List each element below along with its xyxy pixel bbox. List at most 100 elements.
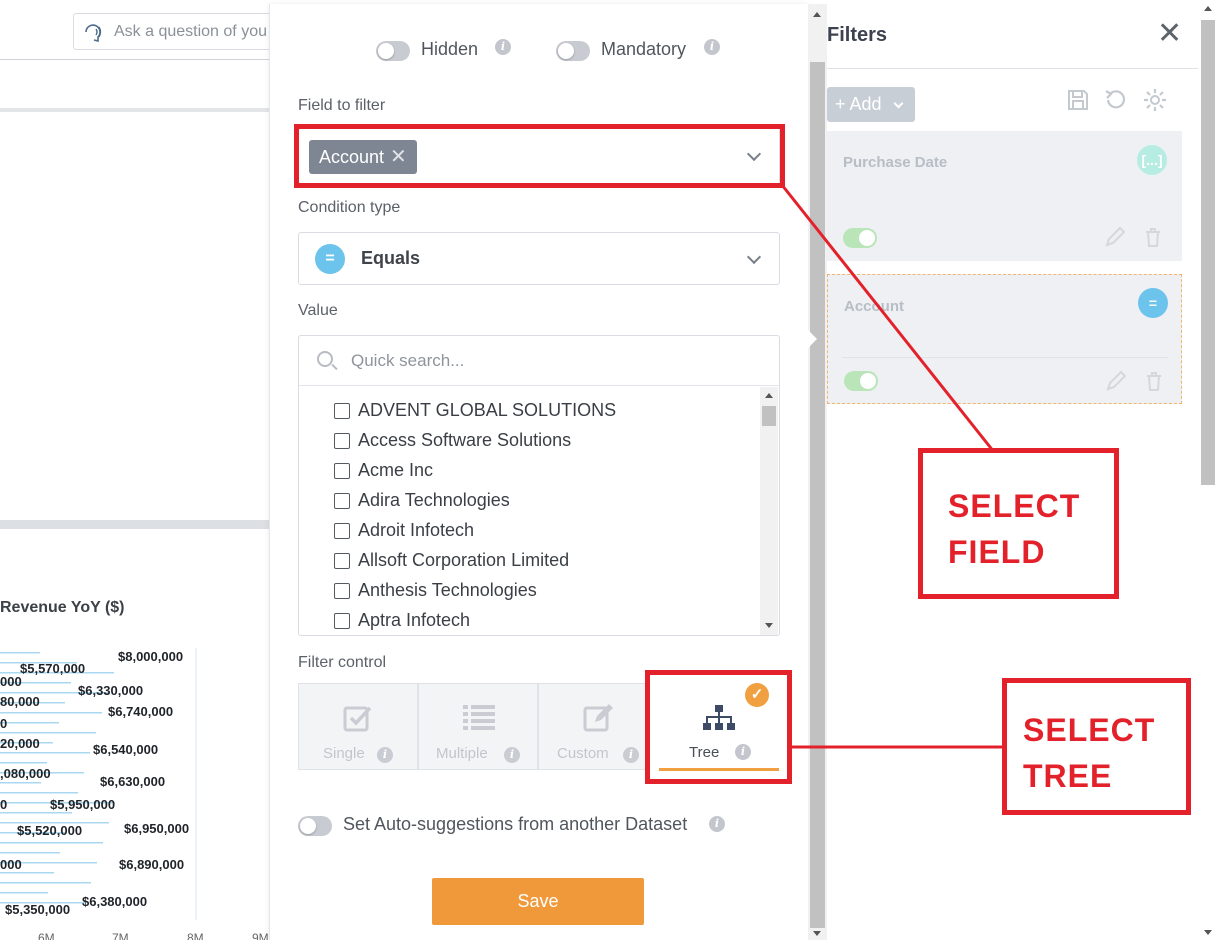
account-checkbox[interactable] xyxy=(334,523,350,539)
filter-card-account[interactable]: Account = xyxy=(827,274,1182,404)
chart-x-tick: 7M xyxy=(112,931,129,940)
chart-data-label: $6,380,000 xyxy=(82,894,147,909)
save-icon[interactable] xyxy=(1067,89,1089,111)
filters-title: Filters xyxy=(827,24,888,46)
condition-value: Equals xyxy=(361,248,421,268)
chart-data-label: $5,350,000 xyxy=(5,902,70,917)
account-option-label: ADVENT GLOBAL SOLUTIONS xyxy=(358,400,617,420)
hidden-info-icon[interactable]: i xyxy=(495,39,511,55)
account-checkbox[interactable] xyxy=(334,403,350,419)
save-button[interactable]: Save xyxy=(432,878,644,925)
scroll-down-icon[interactable] xyxy=(765,623,773,628)
mandatory-info-icon[interactable]: i xyxy=(704,39,720,55)
autosuggest-toggle[interactable] xyxy=(298,816,332,836)
annotation-line-1: SELECT xyxy=(948,488,1081,524)
chart-data-label: $5,520,000 xyxy=(17,823,82,838)
scroll-down-icon[interactable] xyxy=(813,931,821,936)
trash-icon[interactable] xyxy=(1144,371,1164,391)
chart-bar xyxy=(0,712,102,714)
gear-icon[interactable] xyxy=(1143,88,1167,112)
scroll-down-icon[interactable] xyxy=(1204,930,1212,935)
add-filter-button[interactable]: + Add xyxy=(827,87,915,122)
scrollbar-thumb[interactable] xyxy=(1201,20,1215,485)
date-range-badge-icon: [...] xyxy=(1137,145,1167,175)
mandatory-toggle[interactable] xyxy=(556,41,590,61)
list-scrollbar[interactable] xyxy=(760,387,778,635)
divider xyxy=(827,68,1198,69)
chart-bar xyxy=(0,892,48,894)
chart-title: Revenue YoY ($) xyxy=(0,599,125,616)
chart-bar xyxy=(0,882,91,884)
filter-enabled-toggle[interactable] xyxy=(844,371,878,391)
reset-icon[interactable] xyxy=(1104,88,1128,112)
chart-data-label: 000 xyxy=(0,857,22,872)
control-custom[interactable]: Custom i xyxy=(538,683,650,770)
chart-data-label: $6,890,000 xyxy=(119,857,184,872)
account-option-label: Adira Technologies xyxy=(358,490,510,510)
autosuggest-info-icon[interactable]: i xyxy=(709,816,725,832)
panel-scrollbar[interactable] xyxy=(808,4,827,940)
condition-type-select[interactable]: = Equals xyxy=(298,232,780,285)
chevron-down-icon[interactable] xyxy=(746,249,762,265)
account-checkbox[interactable] xyxy=(334,493,350,509)
single-info-icon[interactable]: i xyxy=(377,747,393,763)
panel-pointer xyxy=(808,330,817,348)
filter-card-purchase-date[interactable]: Purchase Date [...] xyxy=(827,131,1182,261)
scroll-up-icon[interactable] xyxy=(1204,6,1212,11)
edit-icon[interactable] xyxy=(1106,371,1126,391)
background-dashboard: Ask a question of you Revenue YoY ($) $8… xyxy=(0,0,303,940)
scrollbar-thumb[interactable] xyxy=(762,406,776,426)
divider xyxy=(0,108,270,112)
multiple-info-icon[interactable]: i xyxy=(504,747,520,763)
account-checkbox[interactable] xyxy=(334,583,350,599)
chart-bar xyxy=(0,752,90,754)
filter-enabled-toggle[interactable] xyxy=(843,228,877,248)
scroll-up-icon[interactable] xyxy=(813,12,821,17)
chart-bar xyxy=(0,872,54,874)
control-custom-label: Custom xyxy=(557,745,609,762)
account-checkbox[interactable] xyxy=(334,463,350,479)
chart-data-label: $5,950,000 xyxy=(50,797,115,812)
page-scrollbar[interactable] xyxy=(1198,0,1218,940)
control-multiple[interactable]: Multiple i xyxy=(418,683,538,770)
add-filter-label: + Add xyxy=(835,94,882,114)
chart-x-tick: 9M xyxy=(252,931,269,940)
filter-card-title: Account xyxy=(844,298,904,315)
chart-data-label: 000 xyxy=(0,674,22,689)
condition-type-label: Condition type xyxy=(298,199,401,216)
trash-icon[interactable] xyxy=(1143,227,1163,247)
chart-bar xyxy=(0,652,40,654)
annotation-line-2: FIELD xyxy=(948,534,1046,570)
chevron-down-icon xyxy=(893,98,904,109)
account-checkbox[interactable] xyxy=(334,553,350,569)
custom-info-icon[interactable]: i xyxy=(623,747,639,763)
field-to-filter-label: Field to filter xyxy=(298,97,386,114)
value-label: Value xyxy=(298,302,338,319)
chart-bar xyxy=(0,732,96,734)
equals-icon: = xyxy=(315,244,345,274)
account-option-label: Adroit Infotech xyxy=(358,520,475,540)
account-checkbox[interactable] xyxy=(334,613,350,629)
edit-icon[interactable] xyxy=(1105,227,1125,247)
hidden-label: Hidden xyxy=(421,39,479,59)
filter-control-label: Filter control xyxy=(298,654,387,671)
tree-highlight-box xyxy=(645,670,792,784)
chart-x-tick: 8M xyxy=(187,931,204,940)
close-icon[interactable]: ✕ xyxy=(1157,16,1182,51)
divider xyxy=(842,357,1168,358)
control-single[interactable]: Single i xyxy=(298,683,418,770)
hidden-toggle[interactable] xyxy=(376,41,410,61)
control-single-label: Single xyxy=(323,745,365,762)
divider xyxy=(0,520,270,529)
quick-search-input[interactable]: Quick search... xyxy=(299,336,779,386)
account-option-label: Anthesis Technologies xyxy=(358,580,537,600)
chart-data-label: $6,330,000 xyxy=(78,683,143,698)
account-checkbox[interactable] xyxy=(334,433,350,449)
scrollbar-thumb[interactable] xyxy=(810,62,825,928)
chart-bar xyxy=(0,852,60,854)
equals-badge-icon: = xyxy=(1138,288,1168,318)
account-option-label: Access Software Solutions xyxy=(358,430,572,450)
chart-data-label: $6,740,000 xyxy=(108,704,173,719)
scroll-up-icon[interactable] xyxy=(765,393,773,398)
select-field-annotation: SELECT FIELD xyxy=(918,448,1119,599)
